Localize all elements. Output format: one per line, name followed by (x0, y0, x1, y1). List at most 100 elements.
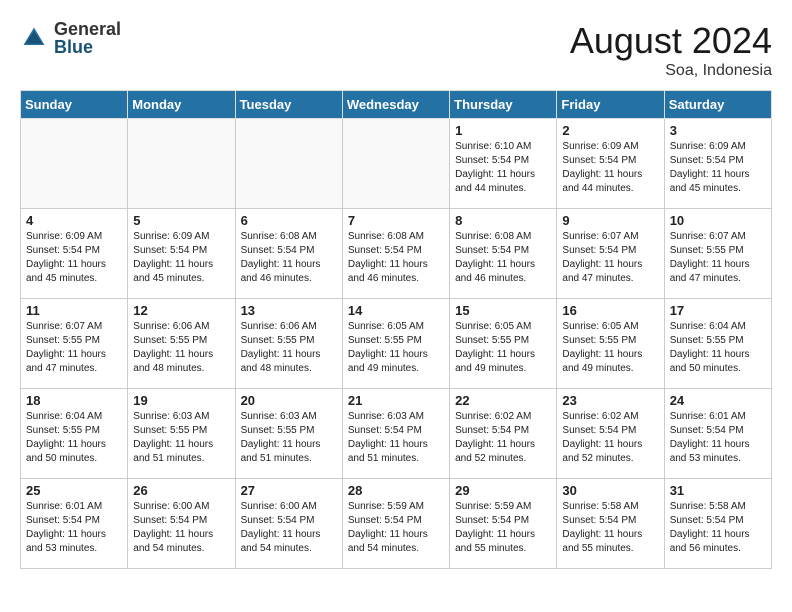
day-number: 19 (133, 393, 229, 408)
calendar-cell: 17 Sunrise: 6:04 AM Sunset: 5:55 PM Dayli… (664, 299, 771, 389)
weekday-header-tuesday: Tuesday (235, 91, 342, 119)
day-info: Sunrise: 6:10 AM Sunset: 5:54 PM Dayligh… (455, 140, 551, 196)
day-info: Sunrise: 5:59 AM Sunset: 5:54 PM Dayligh… (348, 500, 444, 556)
calendar-cell: 19 Sunrise: 6:03 AM Sunset: 5:55 PM Dayli… (128, 389, 235, 479)
day-info: Sunrise: 5:59 AM Sunset: 5:54 PM Dayligh… (455, 500, 551, 556)
calendar-week-row: 1 Sunrise: 6:10 AM Sunset: 5:54 PM Daylig… (21, 119, 772, 209)
day-info: Sunrise: 6:03 AM Sunset: 5:55 PM Dayligh… (133, 410, 229, 466)
day-info: Sunrise: 5:58 AM Sunset: 5:54 PM Dayligh… (562, 500, 658, 556)
day-number: 26 (133, 483, 229, 498)
day-info: Sunrise: 6:09 AM Sunset: 5:54 PM Dayligh… (26, 230, 122, 286)
day-info: Sunrise: 6:02 AM Sunset: 5:54 PM Dayligh… (455, 410, 551, 466)
day-number: 22 (455, 393, 551, 408)
calendar-cell: 26Sunrise: 6:00 AM Sunset: 5:54 PM Dayli… (128, 479, 235, 569)
day-number: 6 (241, 213, 337, 228)
title-block: August 2024 Soa, Indonesia (570, 20, 772, 80)
calendar-cell: 27 Sunrise: 6:00 AM Sunset: 5:54 PM Dayli… (235, 479, 342, 569)
day-number: 4 (26, 213, 122, 228)
calendar-cell: 10 Sunrise: 6:07 AM Sunset: 5:55 PM Dayli… (664, 209, 771, 299)
day-info: Sunrise: 6:04 AM Sunset: 5:55 PM Dayligh… (670, 320, 766, 376)
day-info: Sunrise: 6:07 AM Sunset: 5:54 PM Dayligh… (562, 230, 658, 286)
page-header: General Blue August 2024 Soa, Indonesia (20, 20, 772, 80)
calendar-cell (235, 119, 342, 209)
day-info: Sunrise: 6:08 AM Sunset: 5:54 PM Dayligh… (348, 230, 444, 286)
calendar-cell: 13Sunrise: 6:06 AM Sunset: 5:55 PM Dayli… (235, 299, 342, 389)
day-number: 21 (348, 393, 444, 408)
weekday-header-sunday: Sunday (21, 91, 128, 119)
day-number: 8 (455, 213, 551, 228)
day-info: Sunrise: 6:08 AM Sunset: 5:54 PM Dayligh… (241, 230, 337, 286)
weekday-header-row: SundayMondayTuesdayWednesdayThursdayFrid… (21, 91, 772, 119)
day-number: 15 (455, 303, 551, 318)
day-info: Sunrise: 6:04 AM Sunset: 5:55 PM Dayligh… (26, 410, 122, 466)
day-number: 27 (241, 483, 337, 498)
calendar-cell: 11 Sunrise: 6:07 AM Sunset: 5:55 PM Dayli… (21, 299, 128, 389)
calendar-cell (128, 119, 235, 209)
weekday-header-saturday: Saturday (664, 91, 771, 119)
calendar-cell: 24 Sunrise: 6:01 AM Sunset: 5:54 PM Dayli… (664, 389, 771, 479)
day-info: Sunrise: 6:07 AM Sunset: 5:55 PM Dayligh… (26, 320, 122, 376)
calendar-cell: 18 Sunrise: 6:04 AM Sunset: 5:55 PM Dayli… (21, 389, 128, 479)
day-number: 30 (562, 483, 658, 498)
calendar-cell: 28 Sunrise: 5:59 AM Sunset: 5:54 PM Dayli… (342, 479, 449, 569)
weekday-header-thursday: Thursday (450, 91, 557, 119)
logo-icon (20, 24, 48, 52)
weekday-header-friday: Friday (557, 91, 664, 119)
day-number: 7 (348, 213, 444, 228)
calendar-cell: 14Sunrise: 6:05 AM Sunset: 5:55 PM Dayli… (342, 299, 449, 389)
calendar-cell: 3 Sunrise: 6:09 AM Sunset: 5:54 PM Daylig… (664, 119, 771, 209)
day-number: 31 (670, 483, 766, 498)
day-info: Sunrise: 6:03 AM Sunset: 5:55 PM Dayligh… (241, 410, 337, 466)
day-number: 3 (670, 123, 766, 138)
day-number: 12 (133, 303, 229, 318)
day-number: 16 (562, 303, 658, 318)
calendar-cell: 20 Sunrise: 6:03 AM Sunset: 5:55 PM Dayli… (235, 389, 342, 479)
calendar-cell: 1 Sunrise: 6:10 AM Sunset: 5:54 PM Daylig… (450, 119, 557, 209)
day-number: 24 (670, 393, 766, 408)
day-number: 23 (562, 393, 658, 408)
calendar-week-row: 4 Sunrise: 6:09 AM Sunset: 5:54 PM Daylig… (21, 209, 772, 299)
calendar-table: SundayMondayTuesdayWednesdayThursdayFrid… (20, 90, 772, 569)
calendar-cell (342, 119, 449, 209)
calendar-week-row: 18 Sunrise: 6:04 AM Sunset: 5:55 PM Dayli… (21, 389, 772, 479)
day-number: 11 (26, 303, 122, 318)
weekday-header-wednesday: Wednesday (342, 91, 449, 119)
calendar-cell: 22 Sunrise: 6:02 AM Sunset: 5:54 PM Dayli… (450, 389, 557, 479)
day-number: 18 (26, 393, 122, 408)
logo: General Blue (20, 20, 121, 56)
day-info: Sunrise: 6:08 AM Sunset: 5:54 PM Dayligh… (455, 230, 551, 286)
day-number: 20 (241, 393, 337, 408)
calendar-cell: 5 Sunrise: 6:09 AM Sunset: 5:54 PM Daylig… (128, 209, 235, 299)
day-info: Sunrise: 6:00 AM Sunset: 5:54 PM Dayligh… (241, 500, 337, 556)
location: Soa, Indonesia (570, 62, 772, 80)
day-number: 10 (670, 213, 766, 228)
day-info: Sunrise: 5:58 AM Sunset: 5:54 PM Dayligh… (670, 500, 766, 556)
weekday-header-monday: Monday (128, 91, 235, 119)
day-number: 5 (133, 213, 229, 228)
day-info: Sunrise: 6:09 AM Sunset: 5:54 PM Dayligh… (670, 140, 766, 196)
calendar-week-row: 11 Sunrise: 6:07 AM Sunset: 5:55 PM Dayli… (21, 299, 772, 389)
calendar-week-row: 25 Sunrise: 6:01 AM Sunset: 5:54 PM Dayli… (21, 479, 772, 569)
day-info: Sunrise: 6:01 AM Sunset: 5:54 PM Dayligh… (26, 500, 122, 556)
month-title: August 2024 (570, 20, 772, 62)
day-number: 17 (670, 303, 766, 318)
calendar-cell: 16Sunrise: 6:05 AM Sunset: 5:55 PM Dayli… (557, 299, 664, 389)
day-number: 25 (26, 483, 122, 498)
calendar-cell: 31 Sunrise: 5:58 AM Sunset: 5:54 PM Dayli… (664, 479, 771, 569)
day-info: Sunrise: 6:07 AM Sunset: 5:55 PM Dayligh… (670, 230, 766, 286)
day-number: 1 (455, 123, 551, 138)
calendar-cell: 30 Sunrise: 5:58 AM Sunset: 5:54 PM Dayli… (557, 479, 664, 569)
calendar-cell: 15Sunrise: 6:05 AM Sunset: 5:55 PM Dayli… (450, 299, 557, 389)
calendar-cell: 25 Sunrise: 6:01 AM Sunset: 5:54 PM Dayli… (21, 479, 128, 569)
day-number: 2 (562, 123, 658, 138)
day-info: Sunrise: 6:09 AM Sunset: 5:54 PM Dayligh… (133, 230, 229, 286)
calendar-cell: 7 Sunrise: 6:08 AM Sunset: 5:54 PM Daylig… (342, 209, 449, 299)
day-number: 28 (348, 483, 444, 498)
day-info: Sunrise: 6:09 AM Sunset: 5:54 PM Dayligh… (562, 140, 658, 196)
calendar-cell: 29Sunrise: 5:59 AM Sunset: 5:54 PM Dayli… (450, 479, 557, 569)
calendar-cell: 9Sunrise: 6:07 AM Sunset: 5:54 PM Daylig… (557, 209, 664, 299)
day-info: Sunrise: 6:05 AM Sunset: 5:55 PM Dayligh… (348, 320, 444, 376)
calendar-cell: 4 Sunrise: 6:09 AM Sunset: 5:54 PM Daylig… (21, 209, 128, 299)
day-info: Sunrise: 6:01 AM Sunset: 5:54 PM Dayligh… (670, 410, 766, 466)
calendar-cell: 2 Sunrise: 6:09 AM Sunset: 5:54 PM Daylig… (557, 119, 664, 209)
